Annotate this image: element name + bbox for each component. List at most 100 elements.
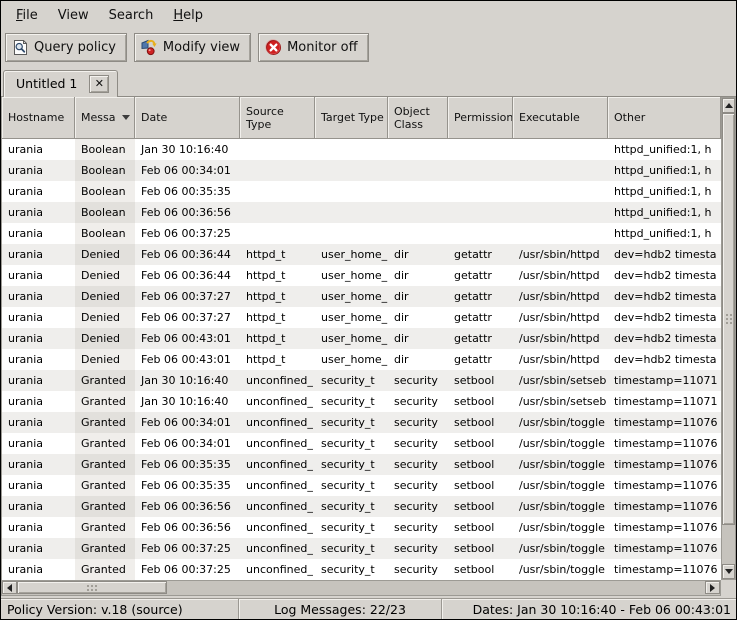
scroll-right-button[interactable] [705,581,720,594]
cell-date: Jan 30 10:16:40 [135,370,240,391]
column-header-source-type[interactable]: Source Type [240,97,315,139]
cell-other: httpd_unified:1, h [608,181,721,202]
table-row[interactable]: urania Denied Feb 06 00:43:01 httpd_t us… [2,328,721,349]
column-header-hostname[interactable]: Hostname [2,97,75,139]
toolbar: Query policy Modify view [1,29,736,65]
table-row[interactable]: urania Granted Feb 06 00:37:25 unconfine… [2,538,721,559]
cell-target: security_t [315,559,388,580]
cell-target: security_t [315,391,388,412]
table-row[interactable]: urania Granted Feb 06 00:37:25 unconfine… [2,559,721,580]
cell-message: Granted [75,496,135,517]
cell-source: unconfined_ [240,475,315,496]
column-header-target-type[interactable]: Target Type [315,97,388,139]
cell-hostname: urania [2,181,75,202]
monitor-off-button[interactable]: Monitor off [258,33,368,62]
table-row[interactable]: urania Granted Feb 06 00:35:35 unconfine… [2,475,721,496]
table-row[interactable]: urania Granted Feb 06 00:34:01 unconfine… [2,433,721,454]
column-header-object-class[interactable]: Object Class [388,97,448,139]
cell-other: timestamp=11071 [608,391,721,412]
cell-message: Granted [75,475,135,496]
column-header-message[interactable]: Messa [75,97,135,139]
table-row[interactable]: urania Boolean Feb 06 00:35:35 httpd_uni… [2,181,721,202]
query-policy-button[interactable]: Query policy [5,33,127,62]
menu-item-label: File [16,8,38,23]
cell-executable: /usr/sbin/httpd [513,349,608,370]
cell-object: dir [388,349,448,370]
table-row[interactable]: urania Granted Feb 06 00:34:01 unconfine… [2,412,721,433]
tab-untitled-1[interactable]: Untitled 1 ✕ [3,70,118,97]
cell-source [240,181,315,202]
table-row[interactable]: urania Denied Feb 06 00:36:44 httpd_t us… [2,265,721,286]
cell-executable [513,202,608,223]
cell-hostname: urania [2,475,75,496]
table-row[interactable]: urania Denied Feb 06 00:37:27 httpd_t us… [2,286,721,307]
cell-date: Jan 30 10:16:40 [135,139,240,160]
scroll-up-button[interactable] [722,98,735,113]
table-row[interactable]: urania Denied Feb 06 00:43:01 httpd_t us… [2,349,721,370]
cell-source [240,160,315,181]
cell-date: Feb 06 00:36:56 [135,496,240,517]
column-header-executable[interactable]: Executable [513,97,608,139]
table-row[interactable]: urania Boolean Feb 06 00:34:01 httpd_uni… [2,160,721,181]
scroll-left-button[interactable] [2,581,17,594]
cell-other: dev=hdb2 timesta [608,328,721,349]
arrow-left-icon [7,584,12,592]
cell-target: user_home_ [315,307,388,328]
cell-object: security [388,454,448,475]
cell-hostname: urania [2,244,75,265]
cell-permission: setbool [448,517,513,538]
arrow-right-icon [710,584,715,592]
table-row[interactable]: urania Granted Jan 30 10:16:40 unconfine… [2,391,721,412]
cell-message: Granted [75,412,135,433]
cell-message: Denied [75,286,135,307]
table-body: urania Boolean Jan 30 10:16:40 httpd_uni… [2,139,721,580]
menu-help[interactable]: Help [164,4,212,27]
vertical-scrollbar[interactable] [721,97,736,580]
cell-date: Feb 06 00:36:44 [135,265,240,286]
horizontal-scrollbar-thumb[interactable] [17,581,167,594]
table-row[interactable]: urania Boolean Feb 06 00:36:56 httpd_uni… [2,202,721,223]
cell-date: Jan 30 10:16:40 [135,391,240,412]
table-row[interactable]: urania Denied Feb 06 00:37:27 httpd_t us… [2,307,721,328]
cell-executable: /usr/sbin/httpd [513,328,608,349]
column-header-other[interactable]: Other [608,97,721,139]
table-row[interactable]: urania Granted Feb 06 00:36:56 unconfine… [2,496,721,517]
cell-target [315,202,388,223]
cell-source: unconfined_ [240,433,315,454]
menu-file[interactable]: File [7,4,47,27]
tab-close-button[interactable]: ✕ [89,75,109,93]
column-header-date[interactable]: Date [135,97,240,139]
table-row[interactable]: urania Granted Feb 06 00:36:56 unconfine… [2,517,721,538]
cell-target: user_home_ [315,265,388,286]
cell-hostname: urania [2,454,75,475]
cell-message: Denied [75,307,135,328]
sort-desc-icon [122,115,130,120]
scroll-down-button[interactable] [722,564,735,579]
cell-hostname: urania [2,391,75,412]
menu-search[interactable]: Search [100,4,163,27]
table-row[interactable]: urania Boolean Feb 06 00:37:25 httpd_uni… [2,223,721,244]
column-header-permission[interactable]: Permission [448,97,513,139]
cell-hostname: urania [2,139,75,160]
cell-message: Granted [75,454,135,475]
cell-object [388,223,448,244]
cell-message: Denied [75,244,135,265]
cell-date: Feb 06 00:37:25 [135,538,240,559]
horizontal-scrollbar[interactable] [1,580,721,596]
cell-hostname: urania [2,160,75,181]
cell-message: Denied [75,328,135,349]
cell-hostname: urania [2,265,75,286]
table-row[interactable]: urania Granted Feb 06 00:35:35 unconfine… [2,454,721,475]
table-row[interactable]: urania Denied Feb 06 00:36:44 httpd_t us… [2,244,721,265]
cell-source [240,139,315,160]
status-bar: Policy Version: v.18 (source) Log Messag… [1,598,736,619]
menu-view[interactable]: View [49,4,98,27]
cell-hostname: urania [2,223,75,244]
cell-permission: setbool [448,433,513,454]
vertical-scrollbar-thumb[interactable] [722,113,735,525]
modify-view-button[interactable]: Modify view [134,33,251,62]
cell-object [388,181,448,202]
table-row[interactable]: urania Boolean Jan 30 10:16:40 httpd_uni… [2,139,721,160]
cell-source: httpd_t [240,265,315,286]
table-row[interactable]: urania Granted Jan 30 10:16:40 unconfine… [2,370,721,391]
